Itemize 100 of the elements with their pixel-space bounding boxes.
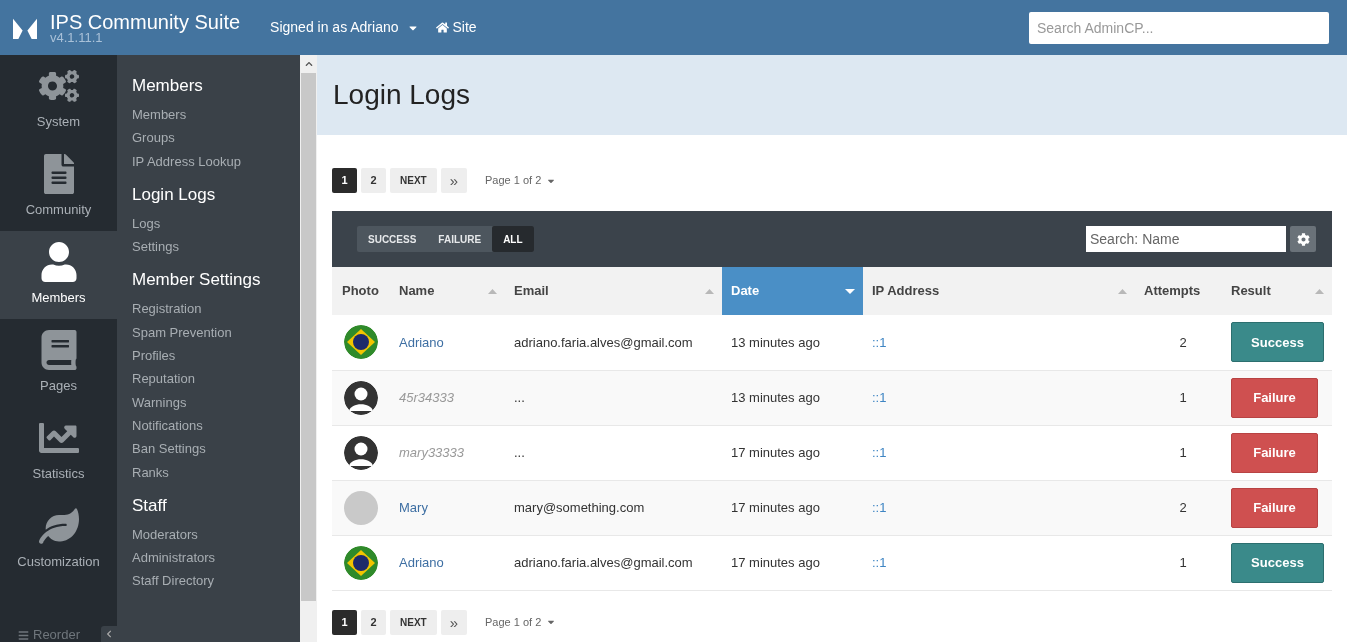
home-icon bbox=[435, 21, 449, 34]
submenu-link[interactable]: Reputation bbox=[132, 367, 300, 391]
page-button[interactable]: 2 bbox=[361, 168, 386, 193]
attempts-cell: 1 bbox=[1179, 389, 1187, 405]
settings-button[interactable] bbox=[1290, 226, 1316, 252]
result-button[interactable]: Failure bbox=[1231, 432, 1318, 473]
column-header[interactable]: Name bbox=[390, 267, 505, 315]
attempts-cell: 2 bbox=[1179, 334, 1187, 350]
submenu-link[interactable]: Registration bbox=[132, 297, 300, 321]
email-cell: adriano.faria.alves@gmail.com bbox=[514, 334, 693, 350]
email-cell: ... bbox=[514, 444, 525, 460]
ip-address-link[interactable]: ::1 bbox=[872, 444, 887, 460]
submenu-link[interactable]: Profiles bbox=[132, 344, 300, 368]
nav-item[interactable]: Statistics bbox=[0, 407, 117, 495]
photo-placeholder bbox=[344, 490, 378, 525]
submenu-heading: Staff bbox=[132, 494, 168, 517]
chevron-left-icon bbox=[105, 630, 113, 638]
menu-icon bbox=[18, 629, 29, 641]
column-header: Photo bbox=[332, 267, 390, 315]
sort-up-icon bbox=[1315, 288, 1324, 294]
reorder-label[interactable]: Reorder bbox=[33, 625, 80, 642]
nav-item[interactable]: Community bbox=[0, 143, 117, 231]
attempts-cell: 1 bbox=[1179, 444, 1187, 460]
filter-tab[interactable]: SUCCESS bbox=[357, 226, 428, 252]
user-silhouette-icon bbox=[344, 435, 378, 470]
submenu-link[interactable]: Members bbox=[132, 103, 300, 127]
column-header[interactable]: Result bbox=[1222, 267, 1332, 315]
nav-item[interactable]: Customization bbox=[0, 495, 117, 583]
sort-down-icon bbox=[845, 288, 855, 294]
submenu-link[interactable]: Logs bbox=[132, 211, 300, 236]
last-page-button[interactable]: » bbox=[440, 168, 467, 193]
page-title: Login Logs bbox=[333, 78, 470, 112]
user-silhouette-icon bbox=[344, 380, 378, 415]
column-header[interactable]: Email bbox=[505, 267, 722, 315]
date-cell: 17 minutes ago bbox=[731, 444, 820, 460]
ip-address-link[interactable]: ::1 bbox=[872, 334, 887, 350]
submenu-link[interactable]: Settings bbox=[132, 235, 300, 259]
sort-up-icon bbox=[488, 288, 497, 294]
flag-avatar-icon bbox=[344, 545, 378, 580]
ip-address-link[interactable]: ::1 bbox=[872, 554, 887, 570]
next-button[interactable]: NEXT bbox=[390, 609, 437, 635]
collapse-button[interactable] bbox=[101, 626, 117, 642]
submenu-link[interactable]: Spam Prevention bbox=[132, 320, 300, 345]
submenu-link[interactable]: Ranks bbox=[132, 460, 300, 484]
member-name-link[interactable]: Mary bbox=[399, 499, 428, 515]
page-button[interactable]: 2 bbox=[361, 609, 386, 635]
date-cell: 13 minutes ago bbox=[731, 389, 820, 405]
leaf-icon bbox=[38, 506, 79, 547]
page-button[interactable]: 1 bbox=[332, 609, 357, 635]
column-header[interactable]: IP Address bbox=[863, 267, 1135, 315]
member-name: mary33333 bbox=[399, 444, 465, 460]
nav-item[interactable]: Members bbox=[0, 231, 117, 319]
user-menu[interactable]: Signed in as Adriano bbox=[270, 17, 419, 38]
ip-address-link[interactable]: ::1 bbox=[872, 389, 887, 405]
submenu-link[interactable]: Groups bbox=[132, 126, 300, 150]
result-button[interactable]: Failure bbox=[1231, 487, 1318, 528]
column-header[interactable]: Date bbox=[722, 267, 863, 315]
filter-tab[interactable]: ALL bbox=[492, 226, 534, 252]
book-icon bbox=[38, 330, 79, 371]
nav-item[interactable]: System bbox=[0, 55, 117, 143]
date-cell: 13 minutes ago bbox=[731, 334, 820, 350]
sort-up-icon bbox=[705, 288, 714, 294]
nav-item[interactable]: Pages bbox=[0, 319, 117, 407]
submenu-link[interactable]: Notifications bbox=[132, 413, 300, 438]
member-name-link[interactable]: Adriano bbox=[399, 554, 444, 570]
submenu-link[interactable]: Administrators bbox=[132, 546, 300, 570]
submenu-heading: Members bbox=[132, 75, 204, 97]
date-cell: 17 minutes ago bbox=[731, 499, 820, 515]
submenu-link[interactable]: Moderators bbox=[132, 522, 300, 547]
email-cell: adriano.faria.alves@gmail.com bbox=[514, 554, 693, 570]
submenu-link[interactable]: Staff Directory bbox=[132, 569, 300, 593]
attempts-cell: 1 bbox=[1179, 554, 1187, 570]
flag-avatar-icon bbox=[344, 325, 378, 360]
page-button[interactable]: 1 bbox=[332, 168, 357, 193]
column-header: Attempts bbox=[1135, 267, 1222, 315]
submenu-heading: Login Logs bbox=[132, 183, 217, 206]
settings-icon bbox=[1296, 232, 1310, 246]
last-page-button[interactable]: » bbox=[440, 609, 467, 635]
sort-up-icon bbox=[1118, 288, 1127, 294]
submenu-link[interactable]: Ban Settings bbox=[132, 437, 300, 461]
member-name-link[interactable]: Adriano bbox=[399, 334, 444, 350]
ip-address-link[interactable]: ::1 bbox=[872, 499, 887, 515]
result-button[interactable]: Success bbox=[1231, 322, 1324, 363]
submenu-link[interactable]: IP Address Lookup bbox=[132, 149, 300, 173]
site-link[interactable]: Site bbox=[435, 17, 477, 38]
next-button[interactable]: NEXT bbox=[390, 168, 437, 193]
result-button[interactable]: Failure bbox=[1231, 377, 1318, 418]
email-cell: mary@something.com bbox=[514, 499, 645, 515]
version-label: v4.1.11.1 bbox=[50, 30, 103, 44]
member-name: 45r34333 bbox=[399, 389, 454, 405]
filter-tab[interactable]: FAILURE bbox=[427, 226, 493, 252]
name-search-field[interactable]: Search: Name bbox=[1086, 226, 1286, 252]
submenu-link[interactable]: Warnings bbox=[132, 390, 300, 414]
search-field[interactable]: Search AdminCP... bbox=[1029, 11, 1329, 44]
attempts-cell: 2 bbox=[1179, 499, 1187, 515]
scroll-thumb[interactable] bbox=[301, 73, 316, 601]
page-dropdown[interactable]: Page 1 of 2 bbox=[485, 613, 557, 631]
result-button[interactable]: Success bbox=[1231, 542, 1324, 583]
page-dropdown[interactable]: Page 1 of 2 bbox=[485, 172, 557, 189]
scroll-up-icon[interactable] bbox=[304, 60, 313, 68]
